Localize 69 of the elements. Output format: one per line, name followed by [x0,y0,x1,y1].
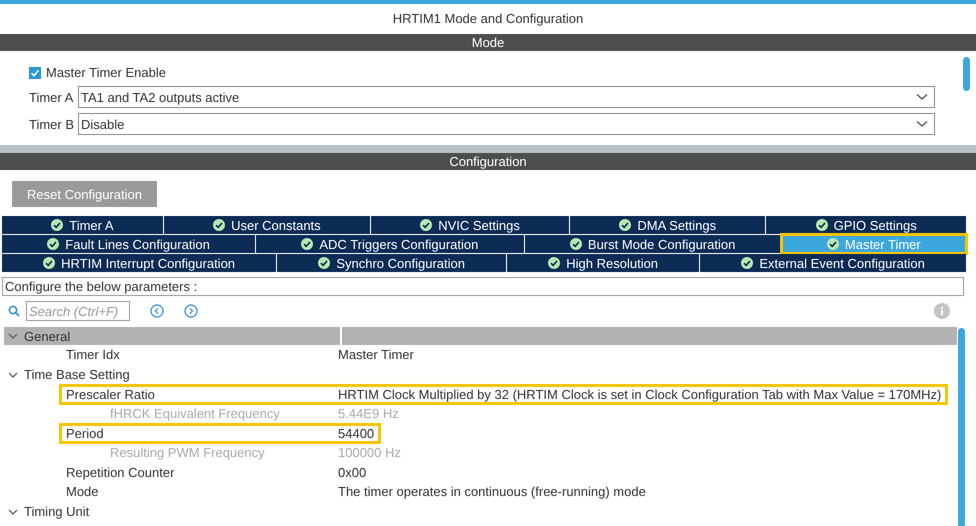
tab[interactable]: External Event Configuration [700,254,966,272]
parameter-name: Prescaler Ratio [66,386,155,402]
parameter-value: 54400 [338,426,376,441]
check-circle-icon [619,219,632,231]
tab[interactable]: DMA Settings [570,216,766,234]
parameter-name: Timer Idx [66,347,120,362]
check-circle-icon [548,257,560,269]
parameter-row[interactable]: Period 54400 [60,424,380,443]
field-label: Timer A [29,90,74,104]
check-circle-icon [301,238,314,250]
search-icon [8,305,20,317]
chevron-down-icon [916,93,928,101]
check-circle-icon [420,219,432,231]
parameter-value: 5.44E9 Hz [338,406,399,422]
parameter-value: 100000 Hz [338,445,401,460]
checkbox[interactable] [29,66,41,78]
parameter-name: fHRCK Equivalent Frequency [110,406,280,422]
search-field[interactable]: Search (Ctrl+F) [26,301,130,321]
previous-icon[interactable] [150,304,164,318]
section-header: Configuration [0,153,976,170]
check-circle-icon [570,238,582,250]
tab[interactable]: ADC Triggers Configuration [256,235,524,253]
group-label: Time Base Setting [24,367,130,382]
next-icon[interactable] [184,304,198,318]
tab[interactable]: GPIO Settings [766,216,966,234]
parameter-row[interactable]: Timer Idx Master Timer [4,345,957,364]
tab[interactable]: High Resolution [507,254,700,272]
window-title: HRTIM1 Mode and Configuration [392,10,584,28]
chevron-down-icon[interactable] [8,370,18,378]
check-circle-icon [318,257,330,269]
tree-group-row[interactable]: Time Base Setting [4,364,957,384]
chevron-down-icon [916,120,928,128]
tab[interactable]: Fault Lines Configuration [2,235,256,253]
tab[interactable]: Burst Mode Configuration [524,235,781,253]
parameter-value: HRTIM Clock Multiplied by 32 (HRTIM Clock is set in Clock Configuration Tab with Max Value = 170MHz) [338,386,942,402]
parameter-value: Master Timer [338,347,414,362]
parameter-row[interactable]: Repetition Counter 0x00 [4,462,957,482]
parameter-name: Mode [66,484,99,500]
check-circle-icon [47,238,60,250]
check-circle-icon [741,257,754,269]
parameter-name: Resulting PWM Frequency [110,445,265,460]
check-circle-icon [213,219,226,231]
parameter-name: Repetition Counter [66,464,174,480]
tree-group-row[interactable]: Timing Unit [4,502,957,522]
dropdown[interactable]: TA1 and TA2 outputs active [78,86,935,108]
parameter-row[interactable]: Prescaler Ratio HRTIM Clock Multiplied by 32 (HRTIM Clock is set in Clock Configuration Tab with Max Value = 170MHz) [60,384,948,404]
section-header: Mode [0,34,976,51]
group-label: General [24,328,70,344]
check-circle-icon [816,219,828,231]
parameter-row[interactable]: Mode The timer operates in continuous (free-running) mode [4,482,957,502]
parameter-name: Period [66,426,104,441]
tab[interactable]: Timer A [2,216,163,234]
field-label: Timer B [29,116,76,132]
dropdown[interactable]: Disable [78,113,935,135]
chevron-down-icon[interactable] [8,332,18,340]
group-label: Timing Unit [24,504,90,519]
tab[interactable]: HRTIM Interrupt Configuration [2,254,276,272]
chevron-down-icon[interactable] [8,508,18,516]
tree-group-row[interactable]: General [4,327,957,345]
tab[interactable]: User Constants [164,216,370,234]
check-circle-icon [51,219,64,231]
hint-text: Configure the below parameters : [2,277,964,296]
parameter-value: The timer operates in continuous (free-running) mode [338,484,646,500]
check-circle-icon [826,238,839,250]
parameter-value: 0x00 [338,464,366,480]
checkbox-label: Master Timer Enable [46,65,166,80]
tab[interactable]: NVIC Settings [370,216,570,234]
check-circle-icon [43,257,56,269]
tab[interactable]: Synchro Configuration [277,254,506,272]
